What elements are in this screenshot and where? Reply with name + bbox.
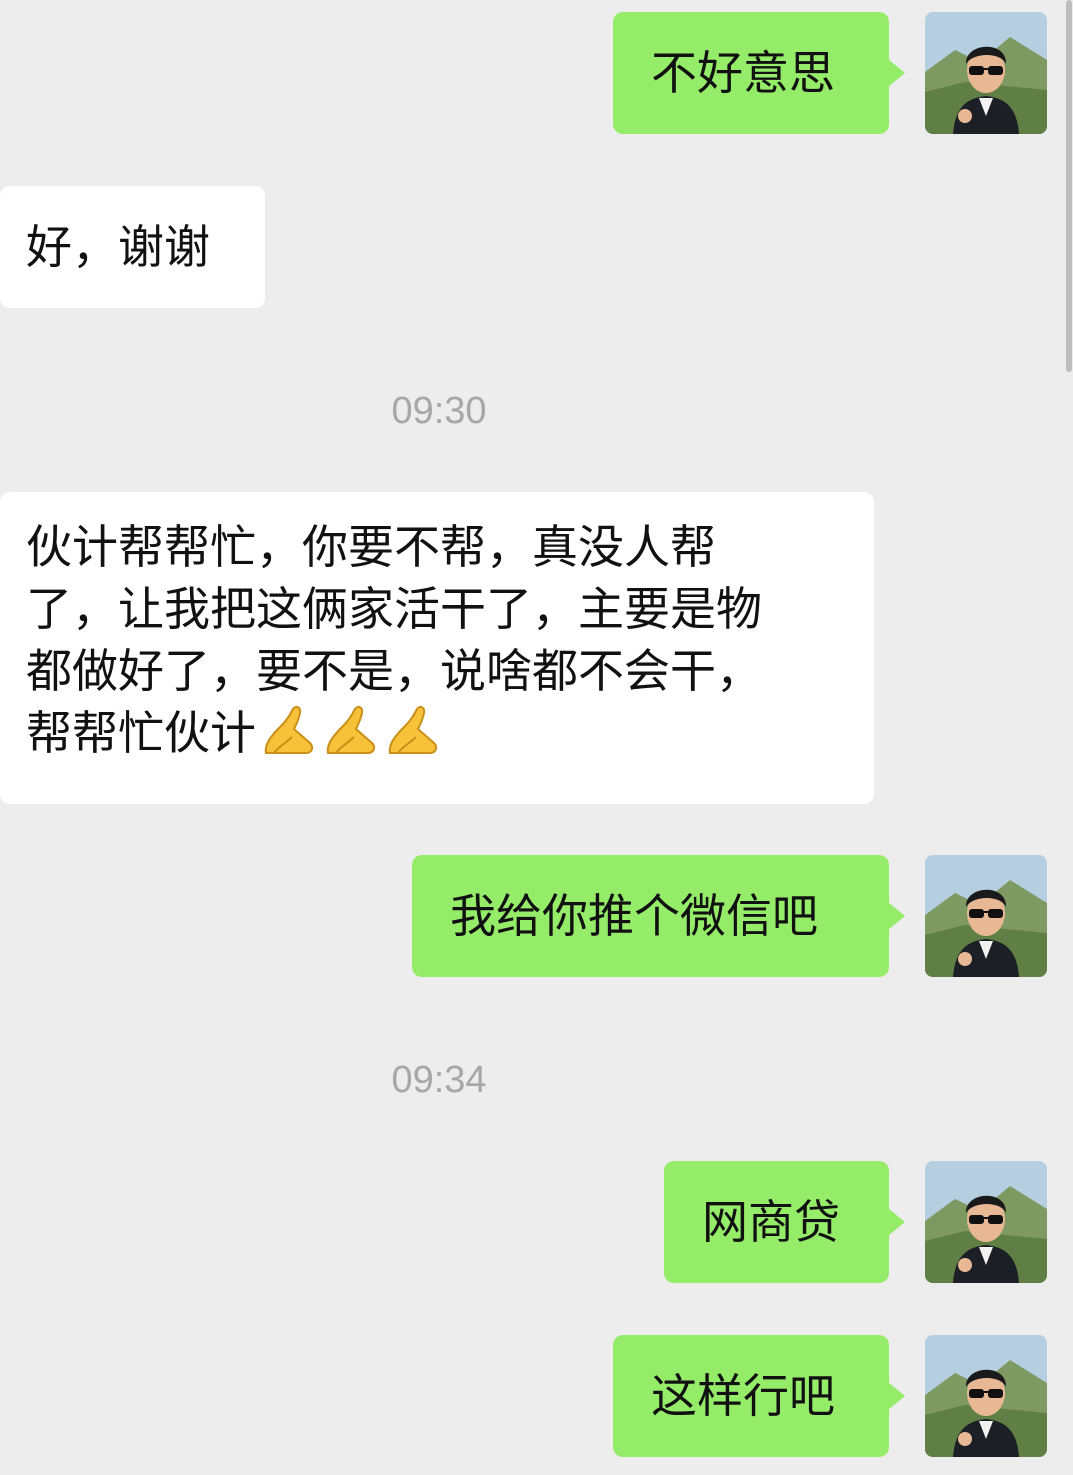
avatar[interactable] bbox=[925, 1161, 1047, 1283]
message-text: 网商贷 bbox=[702, 1195, 840, 1249]
message-bubble-outgoing[interactable]: 不好意思 bbox=[613, 12, 905, 134]
message-text: 好，谢谢 bbox=[26, 220, 210, 274]
message-text: 这样行吧 bbox=[651, 1369, 835, 1423]
avatar[interactable] bbox=[925, 1335, 1047, 1457]
avatar[interactable] bbox=[925, 855, 1047, 977]
message-text-line: 都做好了，要不是，说啥都不会干， bbox=[26, 644, 762, 698]
user-avatar-photo-icon bbox=[925, 12, 1047, 134]
message-bubble-incoming[interactable]: 伙计帮帮忙，你要不帮，真没人帮 了，让我把这俩家活干了，主要是物 都做好了，要不… bbox=[0, 492, 874, 804]
message-bubble-incoming[interactable]: 好，谢谢 bbox=[0, 186, 265, 308]
message-text: 我给你推个微信吧 bbox=[450, 889, 818, 943]
user-avatar-photo-icon bbox=[925, 855, 1047, 977]
folded-hands-icon bbox=[264, 705, 314, 754]
message-text-line: 伙计帮帮忙，你要不帮，真没人帮 bbox=[26, 520, 716, 574]
timestamp: 09:34 bbox=[391, 1059, 487, 1101]
message-bubble-outgoing[interactable]: 我给你推个微信吧 bbox=[412, 855, 905, 977]
message-text-line-with-emoji: 帮帮忙伙计 bbox=[26, 702, 874, 764]
message-text: 不好意思 bbox=[651, 46, 835, 100]
timestamp: 09:30 bbox=[391, 390, 487, 432]
user-avatar-photo-icon bbox=[925, 1161, 1047, 1283]
folded-hands-icon bbox=[388, 705, 438, 754]
avatar[interactable] bbox=[925, 12, 1047, 134]
message-text: 帮帮忙伙计 bbox=[26, 706, 256, 760]
message-bubble-outgoing[interactable]: 网商贷 bbox=[664, 1161, 905, 1283]
message-text-line: 了，让我把这俩家活干了，主要是物 bbox=[26, 582, 762, 636]
folded-hands-icon bbox=[326, 705, 376, 754]
chat-scrollbar[interactable] bbox=[1066, 0, 1072, 372]
message-bubble-outgoing[interactable]: 这样行吧 bbox=[613, 1335, 905, 1457]
user-avatar-photo-icon bbox=[925, 1335, 1047, 1457]
